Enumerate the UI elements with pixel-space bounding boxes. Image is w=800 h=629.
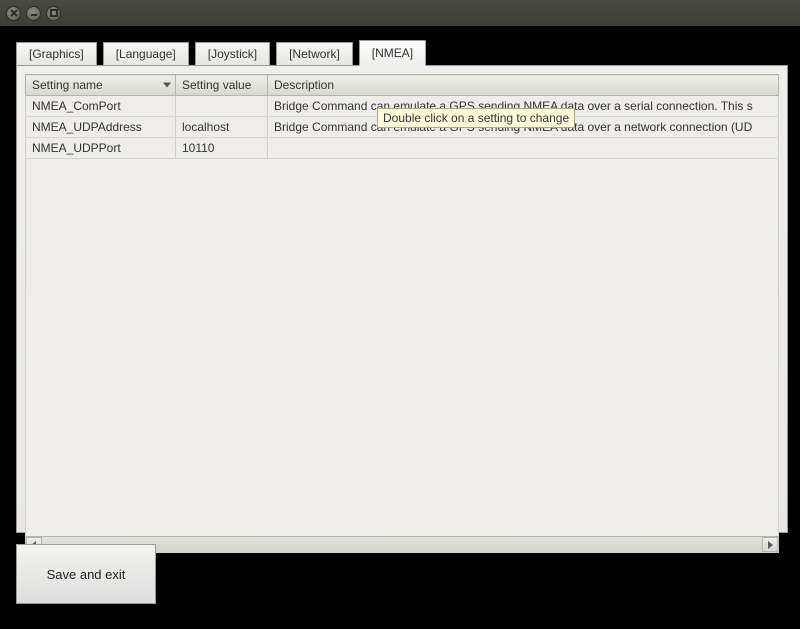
tooltip: Double click on a setting to change <box>377 108 575 128</box>
column-header-description[interactable]: Description <box>268 75 779 96</box>
column-header-value[interactable]: Setting value <box>176 75 268 96</box>
cell-value[interactable] <box>176 96 268 117</box>
tab-bar: [Graphics] [Language] [Joystick] [Networ… <box>16 40 788 66</box>
cell-name[interactable]: NMEA_UDPAddress <box>26 117 176 138</box>
cell-description[interactable] <box>268 138 779 159</box>
sort-indicator-icon <box>163 83 171 88</box>
table-row[interactable]: NMEA_UDPPort 10110 <box>26 138 779 159</box>
tab-language[interactable]: [Language] <box>103 42 189 66</box>
tab-nmea[interactable]: [NMEA] <box>359 40 426 66</box>
scroll-right-button[interactable] <box>762 537 778 552</box>
cell-name[interactable]: NMEA_UDPPort <box>26 138 176 159</box>
minimize-window-button[interactable] <box>26 6 41 21</box>
cell-value[interactable]: localhost <box>176 117 268 138</box>
tab-joystick[interactable]: [Joystick] <box>195 42 270 66</box>
close-window-button[interactable] <box>6 6 21 21</box>
tab-graphics[interactable]: [Graphics] <box>16 42 97 66</box>
window-titlebar <box>0 0 800 26</box>
cell-name[interactable]: NMEA_ComPort <box>26 96 176 117</box>
table-body-empty-area <box>25 159 779 553</box>
column-header-name[interactable]: Setting name <box>26 75 176 96</box>
column-header-name-label: Setting name <box>32 78 103 92</box>
save-and-exit-button[interactable]: Save and exit <box>16 544 156 604</box>
tab-panel: Setting name Setting value Description N… <box>16 65 788 533</box>
maximize-window-button[interactable] <box>46 6 61 21</box>
tab-network[interactable]: [Network] <box>276 42 353 66</box>
cell-value[interactable]: 10110 <box>176 138 268 159</box>
